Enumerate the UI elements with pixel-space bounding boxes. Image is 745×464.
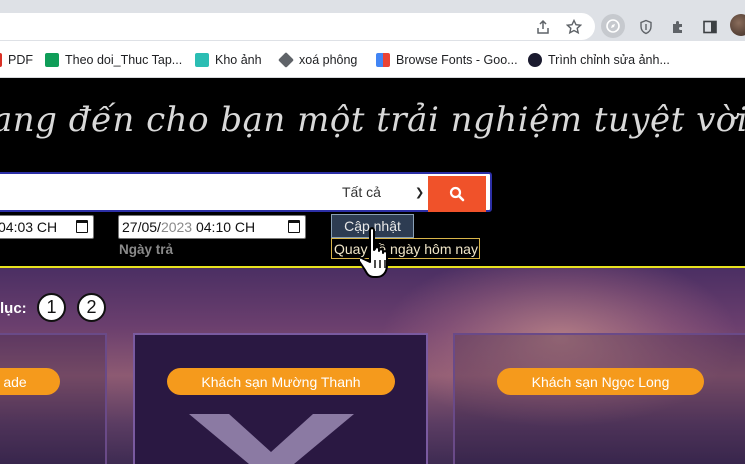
search-button[interactable] (428, 176, 486, 212)
google-sheets-icon (45, 52, 59, 67)
bookmark-star-icon[interactable] (562, 15, 586, 39)
address-bar[interactable] (0, 13, 595, 40)
page-1-button[interactable]: 1 (37, 293, 66, 322)
photo-store-icon (195, 52, 209, 67)
photo-editor-icon (528, 52, 542, 67)
checkin-time-value: 04:03 CH (0, 219, 58, 235)
search-bar: Tất cả ❯ (0, 172, 492, 212)
bookmark-pdf[interactable]: PDF (0, 51, 33, 68)
search-input[interactable] (0, 174, 326, 210)
bookmark-label: Trình chỉnh sửa ảnh... (548, 52, 670, 67)
calendar-icon[interactable] (288, 220, 300, 233)
bookmarks-bar: PDF Theo doi_Thuc Tap... Kho ảnh xoá phô… (0, 41, 745, 78)
hotel-name-pill[interactable]: Khách sạn Mường Thanh (167, 368, 395, 395)
bookmark-label: Kho ảnh (215, 52, 262, 67)
shield-extension-icon[interactable] (634, 15, 658, 39)
bookmark-theo-doi[interactable]: Theo doi_Thuc Tap... (45, 51, 182, 68)
pager-label: lục: (0, 300, 27, 317)
category-select[interactable]: Tất cả (342, 184, 381, 200)
profile-avatar[interactable] (730, 14, 745, 36)
bookmark-browse-fonts[interactable]: Browse Fonts - Goo... (376, 51, 518, 68)
page-2-button[interactable]: 2 (77, 293, 106, 322)
hotel-image-placeholder (189, 414, 354, 464)
share-icon[interactable] (531, 15, 555, 39)
return-date-label: Ngày trả (119, 242, 174, 257)
bookmark-label: Browse Fonts - Goo... (396, 52, 518, 67)
browser-toolbar (0, 0, 745, 41)
extension-compass-icon[interactable] (601, 14, 625, 38)
hotel-name-pill[interactable]: Khách sạn Ngọc Long (497, 368, 704, 395)
slogan-heading: ang đến cho bạn một trải nghiệm tuyệt vờ… (0, 100, 745, 140)
checkout-time-value: 04:10 CH (195, 219, 256, 235)
extensions-puzzle-icon[interactable] (666, 15, 690, 39)
calendar-icon[interactable] (76, 220, 88, 233)
bookmark-label: Theo doi_Thuc Tap... (65, 52, 183, 67)
pdf-icon (0, 52, 2, 67)
checkout-year-value: 2023 (160, 219, 193, 235)
checkin-date-field[interactable]: 04:03 CH (0, 215, 94, 239)
bookmark-label: xoá phông (299, 52, 358, 67)
bookmark-label: PDF (8, 52, 33, 67)
hand-cursor-icon (360, 227, 388, 278)
bookmark-xoa-phong[interactable]: xoá phông (278, 51, 358, 68)
checkout-day-value: 27/05/ (122, 219, 161, 235)
google-fonts-icon (376, 52, 390, 67)
bookmark-photo-editor[interactable]: Trình chỉnh sửa ảnh... (528, 51, 670, 68)
layers-icon (278, 51, 294, 68)
side-panel-icon[interactable] (698, 15, 722, 39)
chevron-down-icon[interactable]: ❯ (415, 186, 424, 199)
hotel-name-pill[interactable]: ade (0, 368, 60, 395)
search-icon (449, 186, 465, 202)
hotel-card[interactable] (0, 333, 107, 464)
back-to-today-link[interactable]: Quay về ngày hôm nay (331, 238, 480, 259)
bookmark-kho-anh[interactable]: Kho ảnh (195, 51, 262, 68)
hotel-card[interactable] (453, 333, 745, 464)
checkout-date-field[interactable]: 27/05/2023 04:10 CH (118, 215, 306, 239)
